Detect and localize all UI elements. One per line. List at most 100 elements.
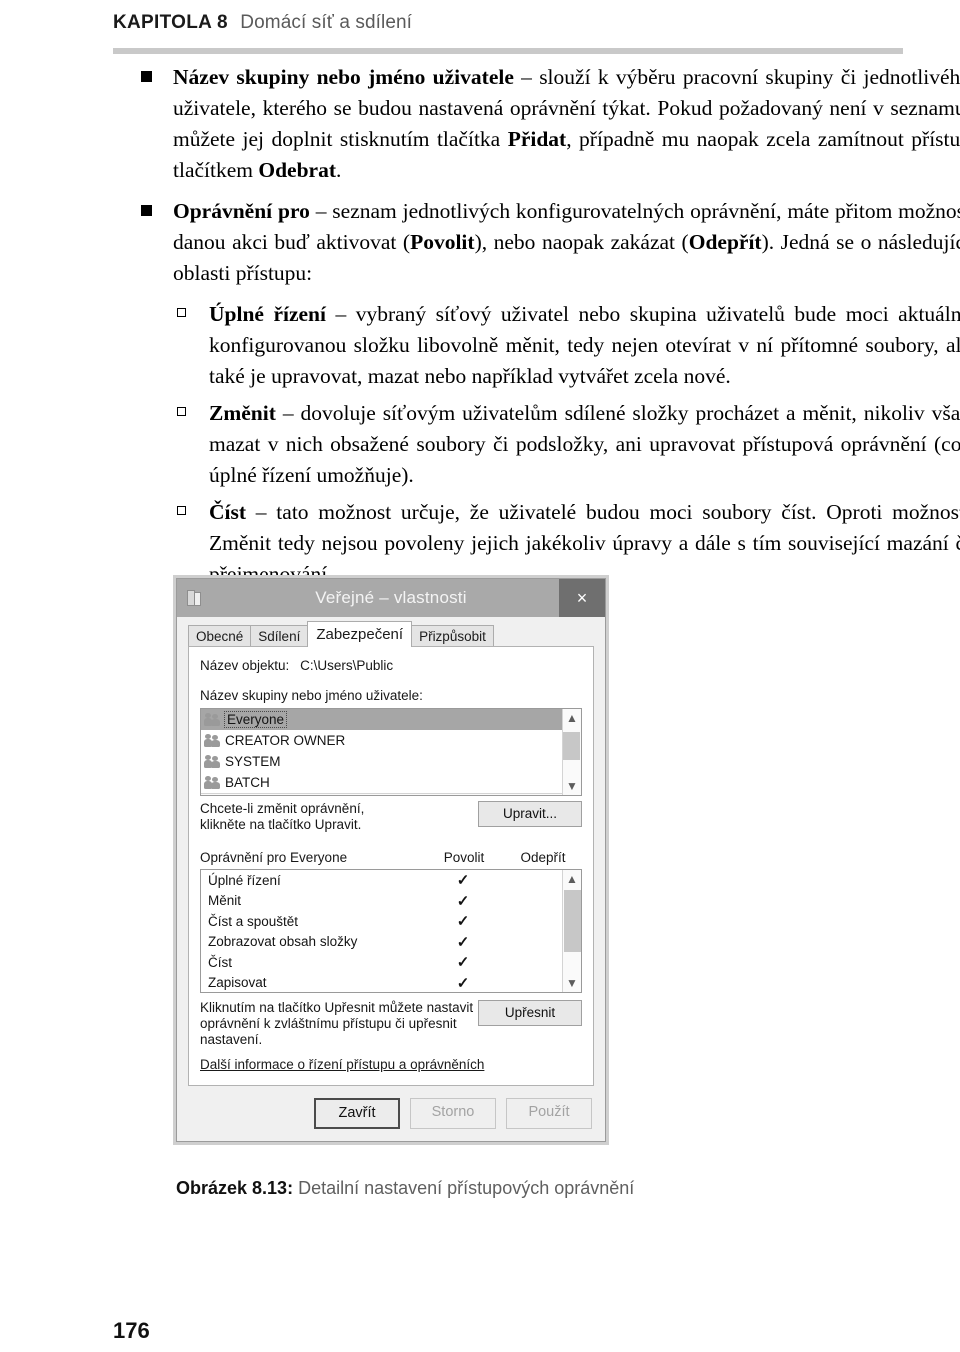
scrollbar-thumb[interactable] bbox=[564, 890, 581, 952]
table-row[interactable]: Zobrazovat obsah složky ✓ bbox=[201, 932, 562, 953]
check-icon-allow[interactable]: ✓ bbox=[426, 953, 500, 971]
list-item-label: SYSTEM bbox=[225, 754, 281, 769]
users-list[interactable]: Everyone CREATOR OWNER SYSTEM BATCH bbox=[201, 709, 562, 795]
table-row[interactable]: Číst a spouštět ✓ bbox=[201, 911, 562, 932]
cancel-button[interactable]: Storno bbox=[410, 1098, 496, 1129]
permission-name: Úplné řízení bbox=[208, 872, 281, 888]
figure-caption-label: Obrázek 8.13: bbox=[176, 1178, 294, 1198]
dialog-title: Veřejné – vlastnosti bbox=[315, 588, 467, 607]
sub-bullet-text: – tato možnost určuje, že uživatelé budo… bbox=[209, 500, 960, 586]
list-item[interactable]: CREATOR OWNER bbox=[201, 730, 562, 751]
permission-name: Zapisovat bbox=[208, 975, 267, 991]
list-item[interactable]: Everyone bbox=[201, 709, 562, 730]
advanced-hint-line-3: nastavení. bbox=[200, 1032, 263, 1047]
sub-bullet-term: Úplné řízení bbox=[209, 302, 326, 326]
tab-zabezpeceni[interactable]: Zabezpečení bbox=[307, 621, 413, 647]
check-icon-allow[interactable]: ✓ bbox=[426, 871, 500, 889]
users-list-label: Název skupiny nebo jméno uživatele: bbox=[200, 688, 423, 703]
object-name-label: Název objektu: bbox=[200, 658, 290, 673]
bullet-item: Oprávnění pro – seznam jednotlivých konf… bbox=[133, 196, 960, 289]
table-row[interactable]: Měnit ✓ bbox=[201, 891, 562, 912]
figure-screenshot: Veřejné – vlastnosti × Obecné Sdílení Za… bbox=[176, 578, 606, 1142]
check-icon-allow[interactable]: ✓ bbox=[426, 974, 500, 992]
table-row[interactable]: Úplné řízení ✓ bbox=[201, 870, 562, 891]
properties-dialog: Veřejné – vlastnosti × Obecné Sdílení Za… bbox=[176, 578, 606, 1142]
edit-button[interactable]: Upravit... bbox=[478, 801, 582, 827]
security-tab-panel: Název objektu: C:\Users\Public Název sku… bbox=[188, 646, 594, 1086]
permissions-for-label: Oprávnění pro Everyone bbox=[200, 850, 348, 865]
tab-bar: Obecné Sdílení Zabezpečení Přizpůsobit bbox=[177, 617, 605, 647]
sub-bullet-item: Úplné řízení – vybraný síťový uživatel n… bbox=[133, 299, 960, 392]
sub-bullet-item: Číst – tato možnost určuje, že uživatelé… bbox=[133, 497, 960, 590]
permissions-list[interactable]: Úplné řízení ✓ Měnit ✓ Číst a spouštět ✓ bbox=[201, 870, 562, 992]
check-icon-allow[interactable]: ✓ bbox=[426, 912, 500, 930]
chapter-title: Domácí síť a sdílení bbox=[240, 12, 413, 33]
list-item-label: BATCH bbox=[225, 775, 270, 790]
chapter-label: KAPITOLA 8 bbox=[113, 12, 228, 33]
users-listbox[interactable]: Everyone CREATOR OWNER SYSTEM BATCH ▲ ▼ bbox=[200, 708, 582, 796]
filled-square-icon bbox=[141, 205, 152, 216]
chevron-up-icon[interactable]: ▲ bbox=[563, 870, 582, 888]
permissions-scrollbar[interactable]: ▲ ▼ bbox=[562, 870, 581, 992]
chevron-down-icon[interactable]: ▼ bbox=[563, 777, 582, 795]
dialog-button-bar: Zavřít Storno Použít bbox=[177, 1087, 605, 1141]
object-name-value: C:\Users\Public bbox=[300, 658, 394, 673]
edit-hint-row: Chcete-li změnit oprávnění, klikněte na … bbox=[200, 801, 582, 833]
check-icon-allow[interactable]: ✓ bbox=[426, 892, 500, 910]
hollow-square-icon bbox=[177, 506, 186, 515]
permission-name: Číst bbox=[208, 954, 233, 970]
bullet-term: Povolit bbox=[410, 230, 475, 254]
bullet-term: Název skupiny nebo jméno uživatele bbox=[173, 65, 514, 89]
chevron-up-icon[interactable]: ▲ bbox=[563, 709, 582, 727]
tab-obecne[interactable]: Obecné bbox=[188, 625, 252, 647]
tab-sdileni[interactable]: Sdílení bbox=[250, 625, 309, 647]
advanced-hint-row: Kliknutím na tlačítko Upřesnit můžete na… bbox=[200, 1000, 582, 1048]
edit-hint-text: Chcete-li změnit oprávnění, klikněte na … bbox=[200, 801, 364, 833]
permission-name: Číst a spouštět bbox=[208, 913, 299, 929]
permissions-listbox[interactable]: Úplné řízení ✓ Měnit ✓ Číst a spouštět ✓ bbox=[200, 869, 582, 993]
table-row[interactable]: Číst ✓ bbox=[201, 952, 562, 973]
apply-button[interactable]: Použít bbox=[506, 1098, 592, 1129]
hollow-square-icon bbox=[177, 308, 186, 317]
tab-prizpusobit[interactable]: Přizpůsobit bbox=[411, 625, 494, 647]
bullet-text: ), nebo naopak zakázat ( bbox=[474, 230, 689, 254]
advanced-button[interactable]: Upřesnit bbox=[478, 1000, 582, 1026]
advanced-hint-line-2: oprávnění k zvláštnímu přístupu či upřes… bbox=[200, 1016, 457, 1031]
check-icon-allow[interactable]: ✓ bbox=[426, 933, 500, 951]
page-number: 176 bbox=[113, 1318, 150, 1343]
running-head: KAPITOLA 8 Domácí síť a sdílení bbox=[113, 12, 412, 34]
group-icon bbox=[204, 775, 221, 790]
hollow-square-icon bbox=[177, 407, 186, 416]
sub-bullet-term: Změnit bbox=[209, 401, 276, 425]
table-row[interactable]: Zapisovat ✓ bbox=[201, 973, 562, 994]
advanced-hint-line-1: Kliknutím na tlačítko Upřesnit můžete na… bbox=[200, 1000, 474, 1015]
permission-name: Zobrazovat obsah složky bbox=[208, 934, 358, 950]
horizontal-scrollbar[interactable]: ❮ ❯ bbox=[201, 793, 562, 795]
permission-name: Měnit bbox=[208, 893, 242, 909]
chevron-down-icon[interactable]: ▼ bbox=[563, 974, 582, 992]
list-item-label: CREATOR OWNER bbox=[225, 733, 346, 748]
close-button[interactable]: Zavřít bbox=[314, 1098, 400, 1129]
column-allow: Povolit bbox=[443, 850, 485, 865]
filled-square-icon bbox=[141, 71, 152, 82]
bullet-term: Přidat bbox=[507, 127, 567, 151]
permissions-header: Oprávnění pro Everyone Povolit Odepřít bbox=[200, 850, 582, 865]
bullet-term: Odebrat bbox=[258, 158, 337, 182]
bullet-term: Odepřít bbox=[688, 230, 762, 254]
group-icon bbox=[204, 712, 221, 727]
close-icon[interactable]: × bbox=[559, 579, 605, 617]
figure-caption: Obrázek 8.13: Detailní nastavení přístup… bbox=[176, 1178, 634, 1199]
body-text: Název skupiny nebo jméno uživatele – slo… bbox=[133, 62, 960, 596]
edit-hint-line-2: klikněte na tlačítko Upravit. bbox=[200, 817, 362, 832]
list-item[interactable]: BATCH bbox=[201, 772, 562, 793]
object-name-row: Název objektu: C:\Users\Public bbox=[200, 657, 582, 674]
dialog-titlebar[interactable]: Veřejné – vlastnosti × bbox=[177, 579, 605, 617]
more-info-link[interactable]: Další informace o řízení přístupu a oprá… bbox=[200, 1057, 484, 1072]
list-item[interactable]: SYSTEM bbox=[201, 751, 562, 772]
scrollbar-thumb[interactable] bbox=[563, 732, 580, 760]
bullet-text: . bbox=[336, 158, 342, 182]
sub-bullet-term: Číst bbox=[209, 500, 247, 524]
group-icon bbox=[204, 733, 221, 748]
edit-hint-line-1: Chcete-li změnit oprávnění, bbox=[200, 801, 365, 816]
header-rule bbox=[113, 48, 903, 54]
